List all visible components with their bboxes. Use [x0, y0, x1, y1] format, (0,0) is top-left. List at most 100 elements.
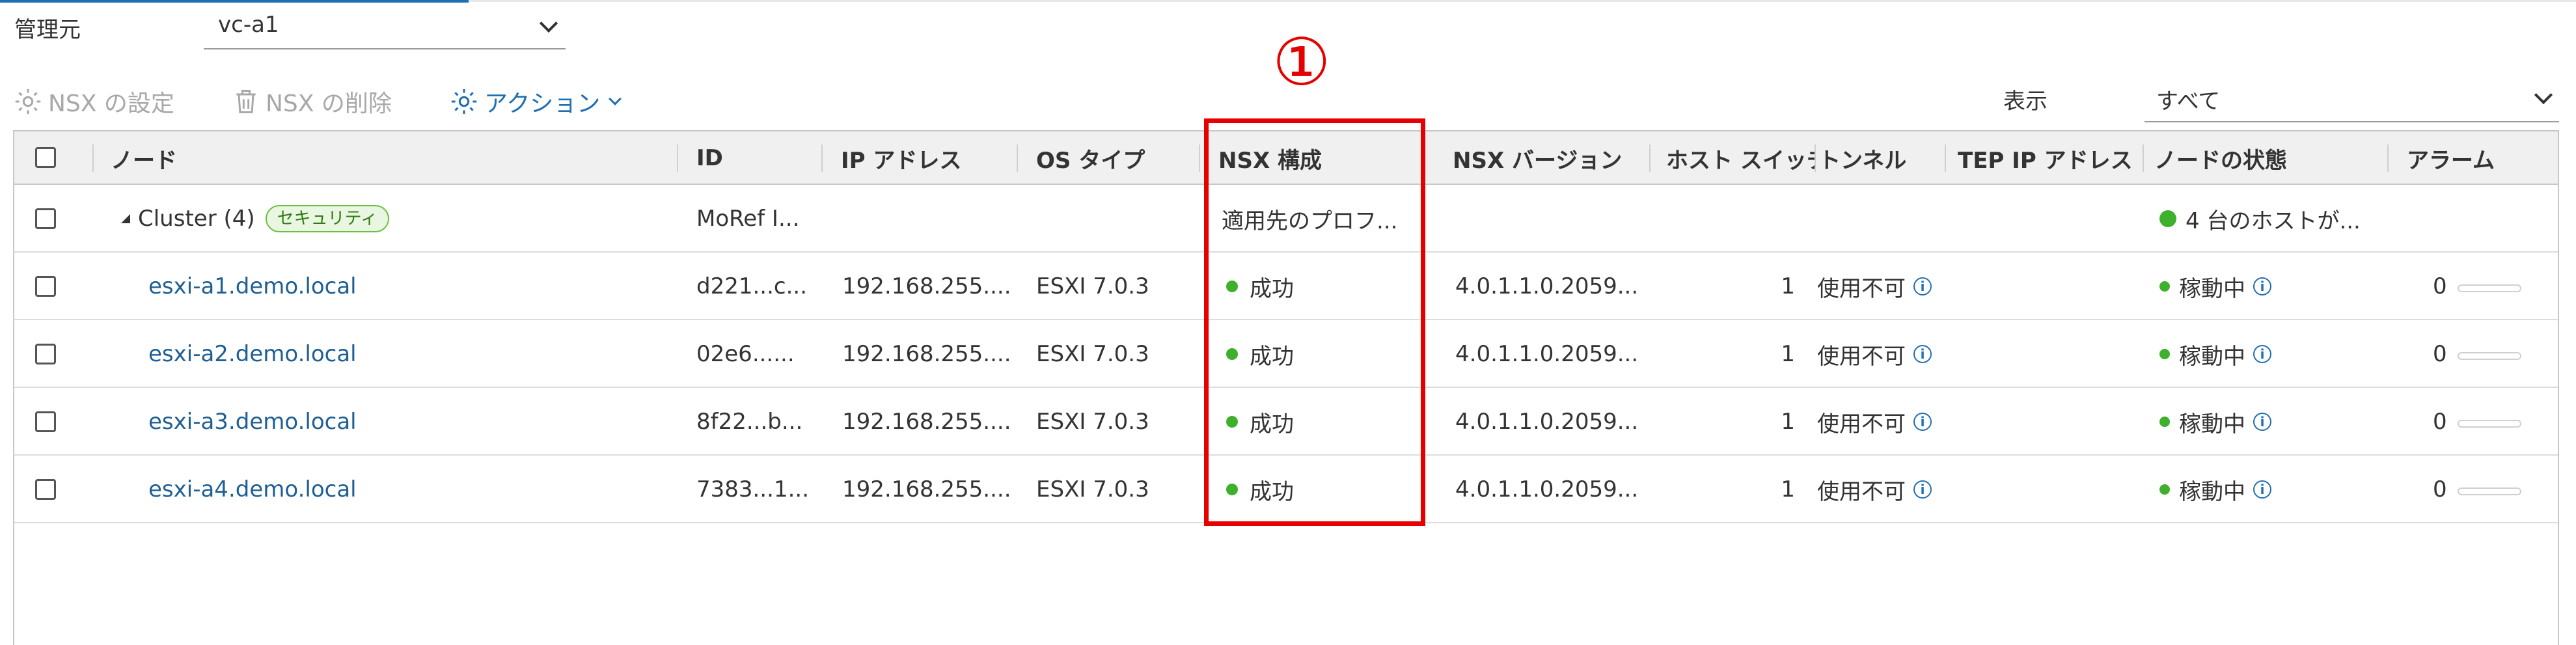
alarm-cell: 0 [2433, 253, 2550, 320]
info-icon[interactable]: i [2253, 480, 2271, 499]
status-dot-icon [2159, 417, 2170, 427]
annotation-highlight-box [1204, 118, 1425, 526]
status-dot-icon [2159, 210, 2176, 227]
os-type-cell: ESXI 7.0.3 [1036, 476, 1149, 502]
column-divider [1649, 144, 1651, 172]
cluster-node-status-cell: 4 台のホストが... [2159, 185, 2394, 253]
manager-select-value: vc-a1 [218, 12, 279, 38]
tunnel-cell: 使用不可 i [1817, 253, 1960, 320]
view-filter-label: 表示 [2003, 89, 2048, 115]
column-divider [1945, 144, 1946, 172]
expand-triangle-icon[interactable] [121, 214, 130, 223]
node-status-cell: 稼動中 i [2159, 320, 2394, 388]
column-header-tunnel[interactable]: トンネル [1818, 131, 1949, 185]
tunnel-status: 使用不可 [1817, 411, 1906, 437]
ip-cell: 192.168.255.... [842, 409, 1011, 435]
id-cell: 8f22...b... [696, 409, 803, 435]
host-switch-cell: 1 [1781, 476, 1795, 502]
annotation-marker: ① [1272, 24, 1331, 100]
manager-select[interactable]: vc-a1 [204, 5, 566, 49]
node-status-text: 稼動中 [2179, 411, 2245, 437]
info-icon[interactable]: i [2253, 277, 2271, 295]
chevron-down-icon [609, 92, 622, 105]
info-icon[interactable]: i [1913, 345, 1932, 363]
node-link[interactable]: esxi-a2.demo.local [148, 320, 669, 388]
tunnel-cell: 使用不可 i [1817, 320, 1960, 388]
column-divider [92, 144, 94, 172]
tunnel-cell: 使用不可 i [1817, 388, 1960, 456]
nsx-delete-label: NSX の削除 [266, 90, 392, 117]
column-header-tep-ip[interactable]: TEP IP アドレス [1958, 131, 2153, 185]
node-status-text: 稼動中 [2179, 478, 2245, 505]
alarm-bar [2457, 352, 2521, 360]
id-cell: d221...c... [696, 273, 808, 299]
alarm-cell: 0 [2433, 320, 2550, 388]
host-switch-cell: 1 [1781, 273, 1795, 299]
active-tab-indicator [0, 0, 469, 3]
alarm-count: 0 [2433, 476, 2447, 502]
alarm-bar [2457, 284, 2521, 292]
status-dot-icon [2159, 484, 2170, 495]
row-checkbox[interactable] [35, 276, 56, 297]
column-divider [2143, 144, 2144, 172]
host-switch-cell: 1 [1781, 341, 1795, 367]
nsx-version-cell: 4.0.1.1.0.2059... [1455, 409, 1639, 435]
node-link[interactable]: esxi-a1.demo.local [148, 253, 669, 320]
tunnel-status: 使用不可 [1817, 478, 1906, 505]
column-divider [1017, 144, 1018, 172]
info-icon[interactable]: i [1913, 277, 1932, 295]
alarm-bar [2457, 487, 2521, 495]
gear-icon [15, 89, 41, 115]
row-checkbox[interactable] [35, 344, 56, 364]
cluster-name: Cluster (4) [138, 206, 255, 232]
tunnel-cell: 使用不可 i [1817, 456, 1960, 523]
chevron-down-icon [539, 14, 558, 33]
column-header-ip[interactable]: IP アドレス [841, 131, 1023, 185]
cluster-id-cell: MoRef I... [696, 206, 800, 232]
row-checkbox[interactable] [35, 208, 56, 229]
info-icon[interactable]: i [1913, 480, 1932, 499]
column-header-node[interactable]: ノード [111, 131, 683, 185]
info-icon[interactable]: i [2253, 345, 2271, 363]
manager-label: 管理元 [14, 17, 81, 43]
info-icon[interactable]: i [2253, 413, 2271, 431]
column-header-nsx-version[interactable]: NSX バージョン [1453, 131, 1654, 185]
row-checkbox[interactable] [35, 479, 56, 500]
alarm-cell: 0 [2433, 456, 2550, 523]
trash-icon [236, 90, 256, 113]
actions-menu-button[interactable]: アクション [449, 83, 622, 120]
gear-icon [451, 89, 477, 115]
chevron-down-icon [2534, 85, 2553, 105]
node-status-text: 稼動中 [2179, 343, 2245, 370]
nsx-version-cell: 4.0.1.1.0.2059... [1455, 341, 1639, 367]
row-checkbox[interactable] [35, 411, 56, 432]
node-status-text: 稼動中 [2179, 275, 2245, 302]
alarm-count: 0 [2433, 341, 2447, 367]
column-header-os-type[interactable]: OS タイプ [1036, 131, 1205, 185]
column-header-id[interactable]: ID [696, 131, 820, 185]
ip-cell: 192.168.255.... [842, 273, 1011, 299]
node-link[interactable]: esxi-a3.demo.local [148, 388, 669, 456]
view-filter-select[interactable]: すべて [2144, 75, 2559, 122]
os-type-cell: ESXI 7.0.3 [1036, 273, 1149, 299]
column-divider [821, 144, 823, 172]
column-header-host-switch[interactable]: ホスト スイッチ [1666, 131, 1815, 185]
node-status-cell: 稼動中 i [2159, 456, 2394, 523]
host-switch-cell: 1 [1781, 409, 1795, 435]
column-header-node-status[interactable]: ノードの状態 [2154, 131, 2389, 185]
nsx-delete-button[interactable]: NSX の削除 [232, 83, 392, 120]
view-filter-value: すべて [2156, 89, 2221, 115]
node-link[interactable]: esxi-a4.demo.local [148, 456, 669, 523]
column-divider [1199, 144, 1200, 172]
nsx-settings-label: NSX の設定 [48, 90, 174, 117]
alarm-cell: 0 [2433, 388, 2550, 456]
security-badge: セキュリティ [265, 205, 390, 232]
alarm-count: 0 [2433, 273, 2447, 299]
nsx-version-cell: 4.0.1.1.0.2059... [1455, 476, 1639, 502]
column-header-alarm[interactable]: アラーム [2407, 131, 2550, 185]
nsx-settings-button[interactable]: NSX の設定 [13, 83, 174, 120]
ip-cell: 192.168.255.... [842, 341, 1011, 367]
select-all-checkbox[interactable] [35, 147, 56, 168]
alarm-bar [2457, 420, 2521, 428]
info-icon[interactable]: i [1913, 413, 1932, 431]
